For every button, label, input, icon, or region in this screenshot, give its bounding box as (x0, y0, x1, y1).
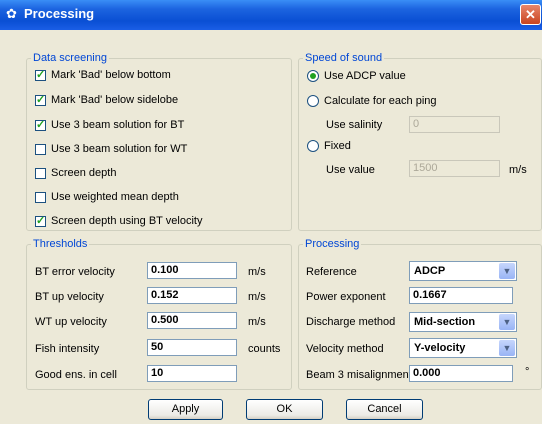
threshold-unit: m/s (248, 316, 266, 328)
data-screening-label: Screen depth using BT velocity (51, 215, 203, 227)
velocity-method-value: Y-velocity (414, 342, 466, 354)
use-value-label: Use value (326, 164, 375, 176)
app-icon: ✿ (6, 6, 17, 21)
beam3-label: Beam 3 misalignment (306, 369, 412, 381)
chevron-down-icon[interactable]: ▼ (499, 263, 515, 279)
data-screening-label: Use 3 beam solution for BT (51, 119, 185, 131)
data-screening-label: Use 3 beam solution for WT (51, 143, 188, 155)
data-screening-label: Mark 'Bad' below bottom (51, 69, 171, 81)
data-screening-legend: Data screening (33, 52, 107, 64)
fixed-radio[interactable] (307, 140, 319, 152)
threshold-input[interactable]: 0.100 (147, 262, 237, 279)
chevron-down-icon[interactable]: ▼ (499, 314, 515, 330)
data-screening-label: Mark 'Bad' below sidelobe (51, 94, 179, 106)
threshold-input[interactable]: 0.500 (147, 312, 237, 329)
use-value-input[interactable]: 1500 (409, 160, 500, 177)
discharge-method-value: Mid-section (414, 316, 476, 328)
discharge-method-select[interactable]: Mid-section ▼ (409, 312, 517, 332)
threshold-unit: m/s (248, 291, 266, 303)
velocity-method-label: Velocity method (306, 343, 384, 355)
power-exponent-input[interactable]: 0.1667 (409, 287, 513, 304)
salinity-input[interactable]: 0 (409, 116, 500, 133)
threshold-unit: m/s (248, 266, 266, 278)
threshold-unit: counts (248, 343, 281, 355)
data-screening-checkbox[interactable] (35, 118, 46, 131)
fixed-label: Fixed (324, 140, 351, 152)
threshold-input[interactable]: 10 (147, 365, 237, 382)
chevron-down-icon[interactable]: ▼ (499, 340, 515, 356)
close-button[interactable]: ✕ (520, 4, 541, 25)
processing-dialog: ✿ Processing ✕ Data screening Mark 'Bad'… (0, 0, 542, 424)
window-title: Processing (24, 6, 95, 21)
use-adcp-radio[interactable] (307, 70, 319, 82)
reference-select[interactable]: ADCP ▼ (409, 261, 517, 281)
apply-button[interactable]: Apply (148, 399, 223, 420)
speed-of-sound-legend: Speed of sound (305, 52, 383, 64)
data-screening-checkbox[interactable] (35, 192, 46, 203)
threshold-label: Fish intensity (35, 343, 100, 355)
threshold-label: BT error velocity (35, 266, 115, 278)
reference-value: ADCP (414, 265, 446, 277)
data-screening-label: Screen depth (51, 167, 117, 179)
data-screening-checkbox[interactable] (35, 214, 46, 227)
data-screening-checkbox[interactable] (35, 93, 46, 106)
use-salinity-label: Use salinity (326, 119, 383, 131)
data-screening-label: Use weighted mean depth (51, 191, 179, 203)
beam3-input[interactable]: 0.000 (409, 365, 513, 382)
use-value-unit: m/s (509, 164, 527, 176)
threshold-input[interactable]: 0.152 (147, 287, 237, 304)
ok-button[interactable]: OK (246, 399, 323, 420)
reference-label: Reference (306, 266, 357, 278)
power-exponent-label: Power exponent (306, 291, 386, 303)
thresholds-legend: Thresholds (33, 238, 88, 250)
threshold-input[interactable]: 50 (147, 339, 237, 356)
calc-each-ping-label: Calculate for each ping (324, 95, 437, 107)
processing-legend: Processing (305, 238, 360, 250)
data-screening-checkbox[interactable] (35, 68, 46, 81)
discharge-method-label: Discharge method (306, 316, 396, 328)
threshold-label: BT up velocity (35, 291, 104, 303)
use-adcp-label: Use ADCP value (324, 70, 406, 82)
cancel-button[interactable]: Cancel (346, 399, 423, 420)
data-screening-checkbox[interactable] (35, 168, 46, 179)
data-screening-checkbox[interactable] (35, 144, 46, 155)
velocity-method-select[interactable]: Y-velocity ▼ (409, 338, 517, 358)
threshold-label: WT up velocity (35, 316, 107, 328)
beam3-unit: ° (525, 366, 530, 378)
title-bar[interactable]: ✿ Processing ✕ (0, 0, 542, 30)
threshold-label: Good ens. in cell (35, 369, 117, 381)
calc-each-ping-radio[interactable] (307, 95, 319, 107)
